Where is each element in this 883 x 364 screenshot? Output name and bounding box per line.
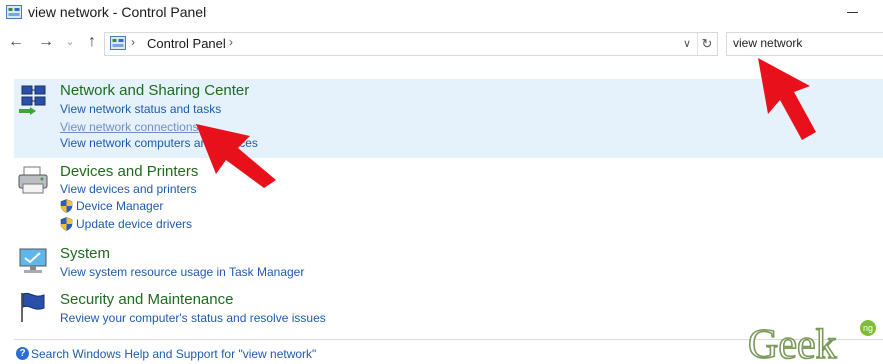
section-system[interactable]: System View system resource usage in Tas…	[14, 242, 883, 282]
chevron-down-icon[interactable]: ∨	[679, 33, 695, 55]
section-title[interactable]: Network and Sharing Center	[60, 82, 249, 99]
help-icon: ?	[16, 347, 29, 360]
minimize-button[interactable]	[843, 3, 863, 21]
device-manager-link[interactable]: Device Manager	[76, 199, 163, 213]
recent-locations-icon[interactable]: ⌄	[60, 32, 80, 52]
review-computer-status-link[interactable]: Review your computer's status and resolv…	[60, 311, 326, 325]
breadcrumb-control-panel[interactable]: Control Panel	[147, 36, 226, 51]
section-title[interactable]: Devices and Printers	[60, 163, 198, 180]
section-devices-and-printers[interactable]: Devices and Printers View devices and pr…	[14, 160, 883, 236]
svg-text:ng: ng	[863, 323, 873, 333]
flag-icon	[21, 292, 45, 322]
shield-icon	[60, 199, 73, 213]
control-panel-icon	[110, 36, 126, 50]
control-panel-icon	[6, 5, 22, 19]
forward-arrow-icon[interactable]: →	[36, 32, 56, 52]
network-center-icon	[19, 85, 46, 115]
view-network-status-link[interactable]: View network status and tasks	[60, 102, 221, 116]
title-bar: view network - Control Panel	[0, 0, 883, 26]
breadcrumb-separator[interactable]: ›	[229, 35, 233, 49]
view-system-resource-usage-link[interactable]: View system resource usage in Task Manag…	[60, 265, 304, 279]
section-title[interactable]: Security and Maintenance	[60, 291, 233, 308]
breadcrumb-separator[interactable]: ›	[131, 35, 135, 49]
annotation-arrow-icon	[196, 124, 276, 188]
printer-icon	[18, 166, 48, 194]
navigation-bar: ← → ⌄ ↑ › Control Panel › ∨ ↻	[0, 28, 883, 58]
search-box[interactable]	[726, 32, 883, 56]
section-title[interactable]: System	[60, 245, 110, 262]
view-network-connections-link[interactable]: View network connections	[60, 120, 199, 134]
view-devices-and-printers-link[interactable]: View devices and printers	[60, 182, 197, 196]
search-help-link[interactable]: Search Windows Help and Support for "vie…	[31, 347, 316, 361]
geek-watermark-logo: Geek ng	[747, 320, 876, 364]
up-arrow-icon[interactable]: ↑	[82, 32, 102, 52]
svg-text:Geek: Geek	[748, 322, 837, 364]
annotation-arrow-icon	[758, 58, 816, 140]
monitor-icon	[19, 248, 47, 273]
back-arrow-icon[interactable]: ←	[6, 32, 26, 52]
update-device-drivers-link[interactable]: Update device drivers	[76, 217, 192, 231]
search-input[interactable]	[727, 33, 883, 53]
refresh-icon[interactable]: ↻	[697, 33, 716, 55]
window-title: view network - Control Panel	[28, 4, 207, 20]
address-bar[interactable]: › Control Panel › ∨ ↻	[104, 32, 718, 56]
shield-icon	[60, 217, 73, 231]
